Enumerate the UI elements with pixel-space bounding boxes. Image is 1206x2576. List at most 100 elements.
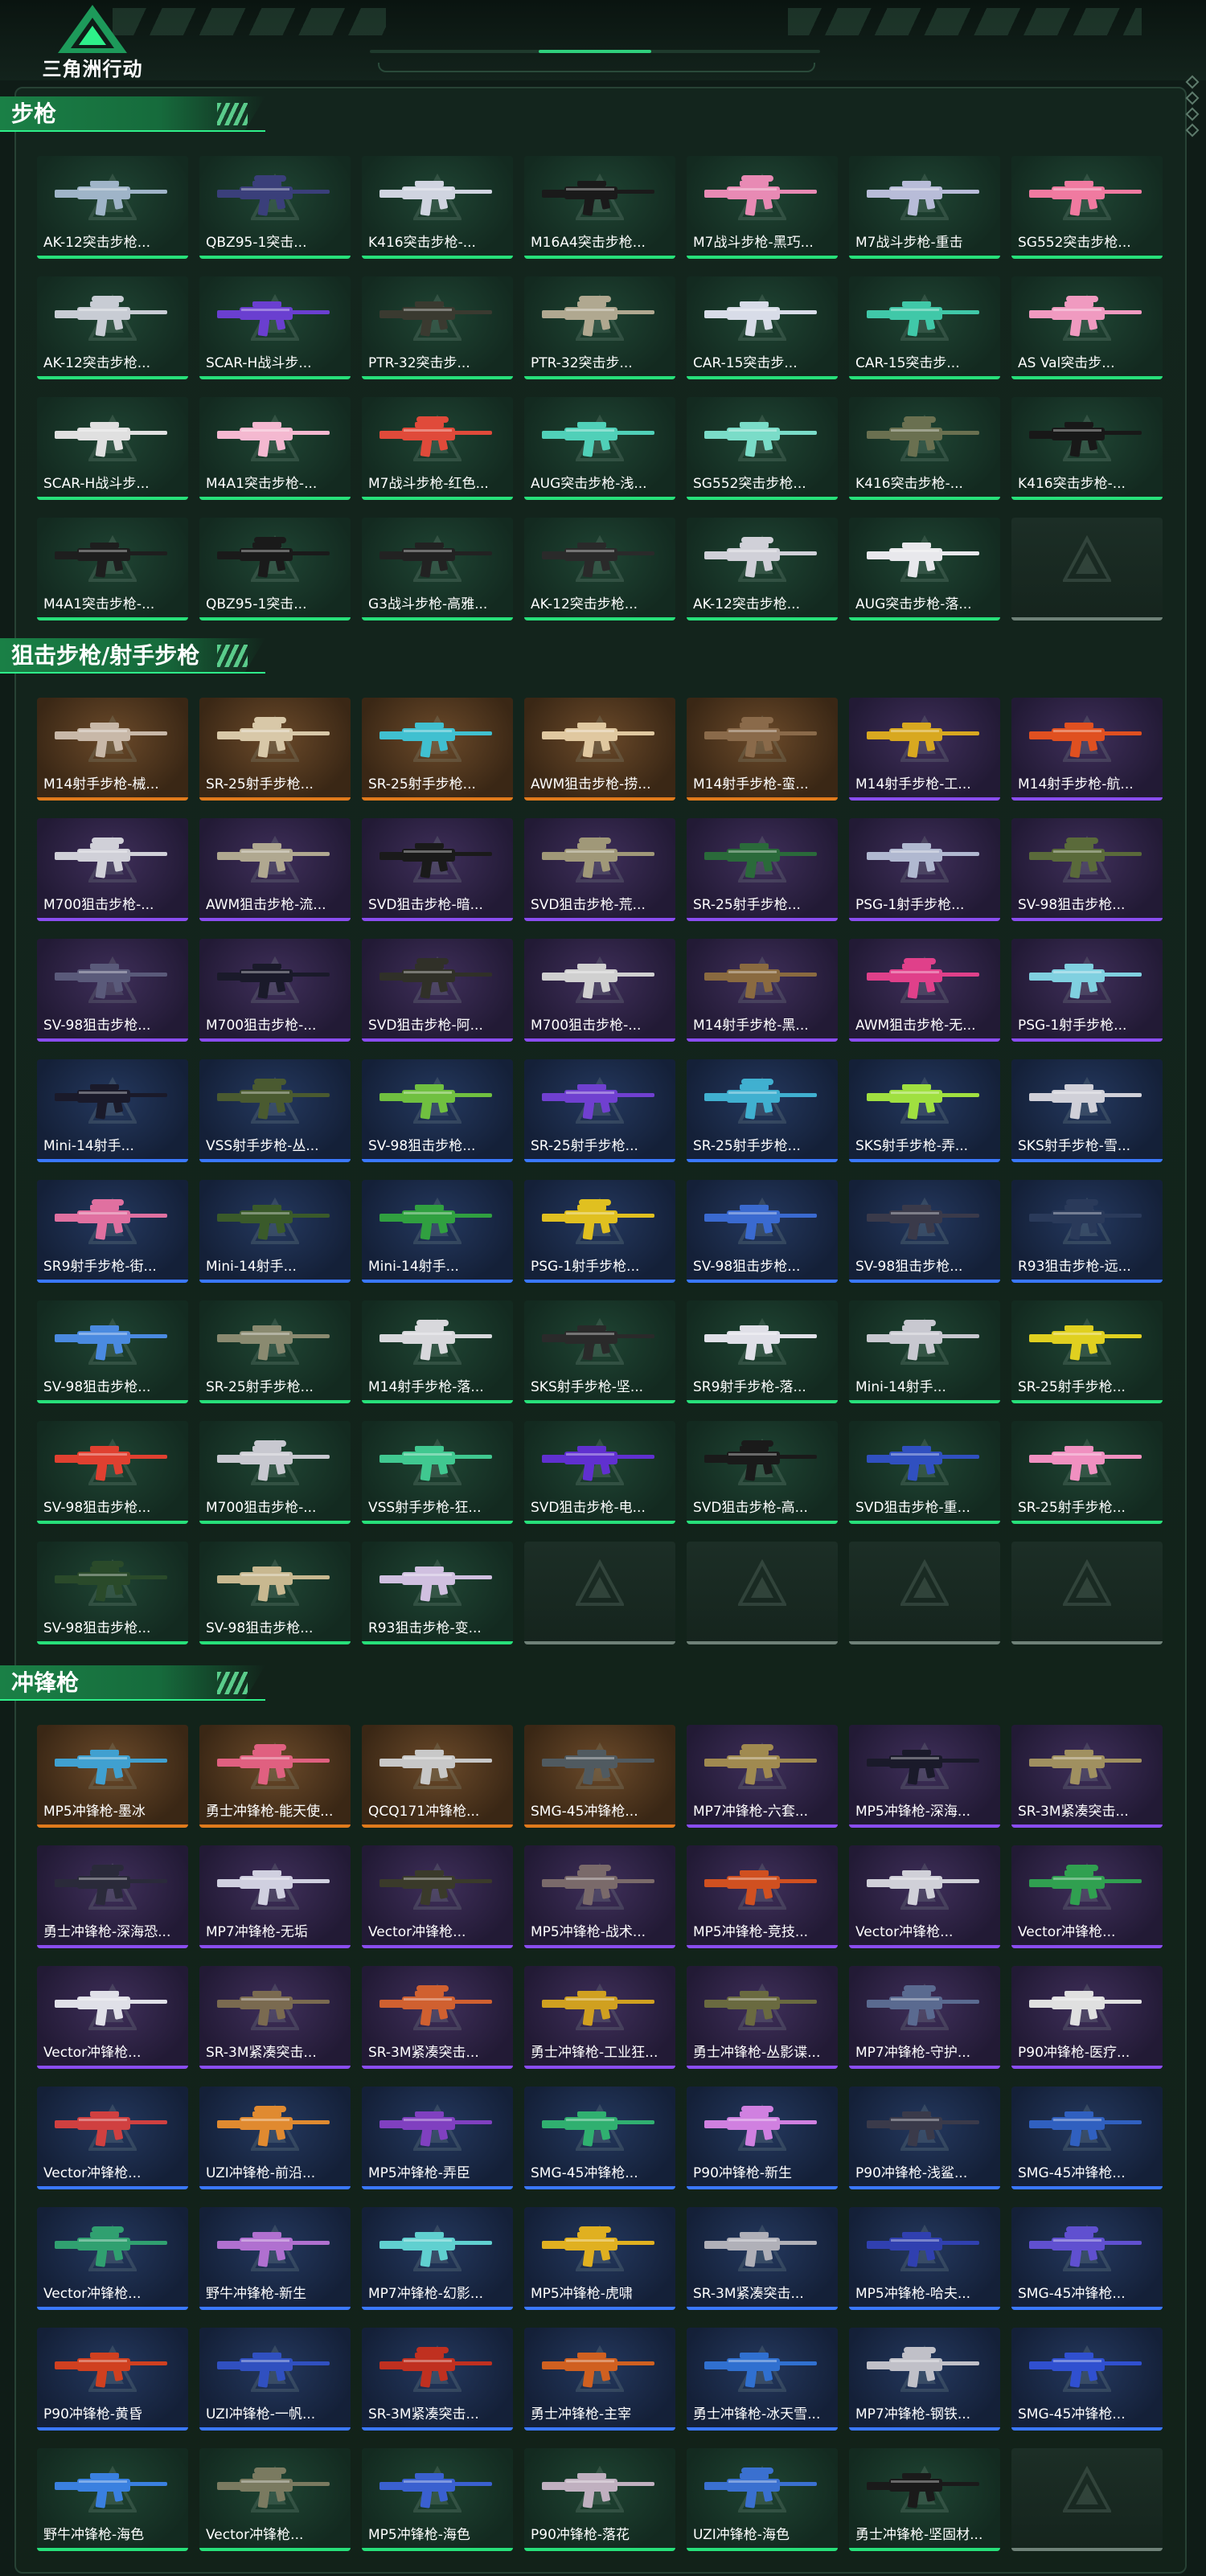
weapon-card[interactable]: SG552突击步枪... <box>1011 156 1163 259</box>
weapon-card[interactable]: AWM狙击步枪-无... <box>849 939 1000 1042</box>
weapon-card[interactable]: SR-25射手步枪... <box>1011 1300 1163 1403</box>
weapon-card[interactable]: M7战斗步枪-黑巧... <box>687 156 838 259</box>
weapon-card[interactable]: AK-12突击步枪... <box>37 276 188 379</box>
weapon-card[interactable]: SMG-45冲锋枪... <box>1011 2087 1163 2189</box>
weapon-card[interactable]: SMG-45冲锋枪... <box>524 1725 675 1828</box>
weapon-card[interactable]: Mini-14射手... <box>849 1300 1000 1403</box>
weapon-card[interactable]: SCAR-H战斗步... <box>199 276 351 379</box>
weapon-card[interactable]: SR-25射手步枪... <box>687 1059 838 1162</box>
weapon-card[interactable]: SV-98狙击步枪... <box>849 1180 1000 1283</box>
weapon-card[interactable]: MP7冲锋枪-幻影... <box>362 2207 513 2310</box>
weapon-card[interactable]: SKS射手步枪-坚... <box>524 1300 675 1403</box>
weapon-card[interactable]: Vector冲锋枪... <box>37 2087 188 2189</box>
weapon-card[interactable]: AK-12突击步枪... <box>524 518 675 620</box>
weapon-card[interactable]: SV-98狙击步枪... <box>37 1421 188 1524</box>
weapon-card[interactable]: SR9射手步枪-落... <box>687 1300 838 1403</box>
weapon-card[interactable]: MP5冲锋枪-海色 <box>362 2448 513 2551</box>
weapon-card[interactable]: SMG-45冲锋枪... <box>524 2087 675 2189</box>
weapon-card[interactable]: SG552突击步枪... <box>687 397 838 500</box>
weapon-card[interactable]: K416突击步枪-... <box>1011 397 1163 500</box>
weapon-card[interactable]: MP7冲锋枪-守护... <box>849 1966 1000 2069</box>
weapon-card[interactable]: MP5冲锋枪-战术... <box>524 1845 675 1948</box>
weapon-card[interactable]: Vector冲锋枪... <box>37 1966 188 2069</box>
weapon-card[interactable]: Vector冲锋枪... <box>37 2207 188 2310</box>
weapon-card[interactable]: QBZ95-1突击... <box>199 156 351 259</box>
weapon-card[interactable]: MP5冲锋枪-哈夫... <box>849 2207 1000 2310</box>
weapon-card[interactable]: 勇士冲锋枪-坚固材... <box>849 2448 1000 2551</box>
weapon-card[interactable]: AWM狙击步枪-捞... <box>524 698 675 801</box>
weapon-card[interactable]: 勇士冲锋枪-能天使... <box>199 1725 351 1828</box>
weapon-card[interactable]: MP5冲锋枪-墨冰 <box>37 1725 188 1828</box>
weapon-card[interactable]: K416突击步枪-... <box>362 156 513 259</box>
weapon-card[interactable]: SR-25射手步枪... <box>362 698 513 801</box>
weapon-card[interactable]: M14射手步枪-航... <box>1011 698 1163 801</box>
weapon-card[interactable]: M16A4突击步枪... <box>524 156 675 259</box>
weapon-card[interactable]: QCQ171冲锋枪... <box>362 1725 513 1828</box>
weapon-card[interactable]: SV-98狙击步枪... <box>37 939 188 1042</box>
weapon-card[interactable]: UZI冲锋枪-一帆... <box>199 2328 351 2431</box>
weapon-card[interactable]: AWM狙击步枪-流... <box>199 818 351 921</box>
weapon-card[interactable]: UZI冲锋枪-前沿... <box>199 2087 351 2189</box>
weapon-card[interactable]: MP5冲锋枪-弄臣 <box>362 2087 513 2189</box>
weapon-card[interactable]: G3战斗步枪-高雅... <box>362 518 513 620</box>
weapon-card[interactable]: AUG突击步枪-落... <box>849 518 1000 620</box>
weapon-card[interactable]: R93狙击步枪-远... <box>1011 1180 1163 1283</box>
weapon-card[interactable]: M14射手步枪-械... <box>37 698 188 801</box>
weapon-card[interactable]: M700狙击步枪-... <box>199 939 351 1042</box>
weapon-card[interactable]: M7战斗步枪-红色... <box>362 397 513 500</box>
weapon-card[interactable]: SV-98狙击步枪... <box>37 1300 188 1403</box>
weapon-card[interactable]: PTR-32突击步... <box>524 276 675 379</box>
weapon-card[interactable]: MP7冲锋枪-钢铁... <box>849 2328 1000 2431</box>
weapon-card[interactable]: CAR-15突击步... <box>849 276 1000 379</box>
weapon-card[interactable]: Mini-14射手... <box>362 1180 513 1283</box>
weapon-card[interactable]: SR-25射手步枪... <box>199 698 351 801</box>
weapon-card[interactable]: 勇士冲锋枪-深海恐... <box>37 1845 188 1948</box>
weapon-card[interactable]: SR-3M紧凑突击... <box>687 2207 838 2310</box>
weapon-card[interactable]: SVD狙击步枪-电... <box>524 1421 675 1524</box>
weapon-card[interactable]: QBZ95-1突击... <box>199 518 351 620</box>
weapon-card[interactable]: Mini-14射手... <box>199 1180 351 1283</box>
weapon-card[interactable]: SV-98狙击步枪... <box>362 1059 513 1162</box>
weapon-card[interactable]: MP5冲锋枪-虎啸 <box>524 2207 675 2310</box>
weapon-card[interactable]: P90冲锋枪-新生 <box>687 2087 838 2189</box>
weapon-card[interactable]: M4A1突击步枪-... <box>37 518 188 620</box>
weapon-card[interactable]: M700狙击步枪-... <box>199 1421 351 1524</box>
weapon-card[interactable]: SV-98狙击步枪... <box>37 1542 188 1644</box>
weapon-card[interactable]: AS Val突击步... <box>1011 276 1163 379</box>
weapon-card[interactable]: Vector冲锋枪... <box>199 2448 351 2551</box>
weapon-card[interactable]: SV-98狙击步枪... <box>1011 818 1163 921</box>
weapon-card[interactable]: SR-25射手步枪... <box>524 1059 675 1162</box>
weapon-card[interactable]: SR-3M紧凑突击... <box>199 1966 351 2069</box>
weapon-card[interactable]: MP7冲锋枪-六套... <box>687 1725 838 1828</box>
weapon-card[interactable]: SMG-45冲锋枪... <box>1011 2328 1163 2431</box>
weapon-card[interactable]: SVD狙击步枪-荒... <box>524 818 675 921</box>
weapon-card[interactable]: P90冲锋枪-黄昏 <box>37 2328 188 2431</box>
weapon-card[interactable]: SR-3M紧凑突击... <box>1011 1725 1163 1828</box>
weapon-card[interactable]: Vector冲锋枪... <box>1011 1845 1163 1948</box>
weapon-card[interactable]: Vector冲锋枪... <box>362 1845 513 1948</box>
weapon-card[interactable]: AUG突击步枪-浅... <box>524 397 675 500</box>
weapon-card[interactable]: SVD狙击步枪-阿... <box>362 939 513 1042</box>
weapon-card[interactable]: P90冲锋枪-医疗... <box>1011 1966 1163 2069</box>
weapon-card[interactable]: K416突击步枪-... <box>849 397 1000 500</box>
weapon-card[interactable]: P90冲锋枪-落花 <box>524 2448 675 2551</box>
weapon-card[interactable]: PTR-32突击步... <box>362 276 513 379</box>
weapon-card[interactable]: PSG-1射手步枪... <box>849 818 1000 921</box>
weapon-card[interactable]: SV-98狙击步枪... <box>687 1180 838 1283</box>
weapon-card[interactable]: SMG-45冲锋枪... <box>1011 2207 1163 2310</box>
weapon-card[interactable]: M700狙击步枪-... <box>37 818 188 921</box>
weapon-card[interactable]: PSG-1射手步枪... <box>1011 939 1163 1042</box>
weapon-card[interactable]: SVD狙击步枪-高... <box>687 1421 838 1524</box>
weapon-card[interactable]: 勇士冲锋枪-主宰 <box>524 2328 675 2431</box>
weapon-card[interactable]: M14射手步枪-蛮... <box>687 698 838 801</box>
weapon-card[interactable]: SR-25射手步枪... <box>199 1300 351 1403</box>
weapon-card[interactable]: M7战斗步枪-重击 <box>849 156 1000 259</box>
weapon-card[interactable]: PSG-1射手步枪... <box>524 1180 675 1283</box>
weapon-card[interactable]: SR-25射手步枪... <box>687 818 838 921</box>
weapon-card[interactable]: CAR-15突击步... <box>687 276 838 379</box>
weapon-card[interactable]: SVD狙击步枪-暗... <box>362 818 513 921</box>
weapon-card[interactable]: AK-12突击步枪... <box>37 156 188 259</box>
weapon-card[interactable]: 勇士冲锋枪-丛影谍... <box>687 1966 838 2069</box>
weapon-card[interactable]: M4A1突击步枪-... <box>199 397 351 500</box>
weapon-card[interactable]: SCAR-H战斗步... <box>37 397 188 500</box>
